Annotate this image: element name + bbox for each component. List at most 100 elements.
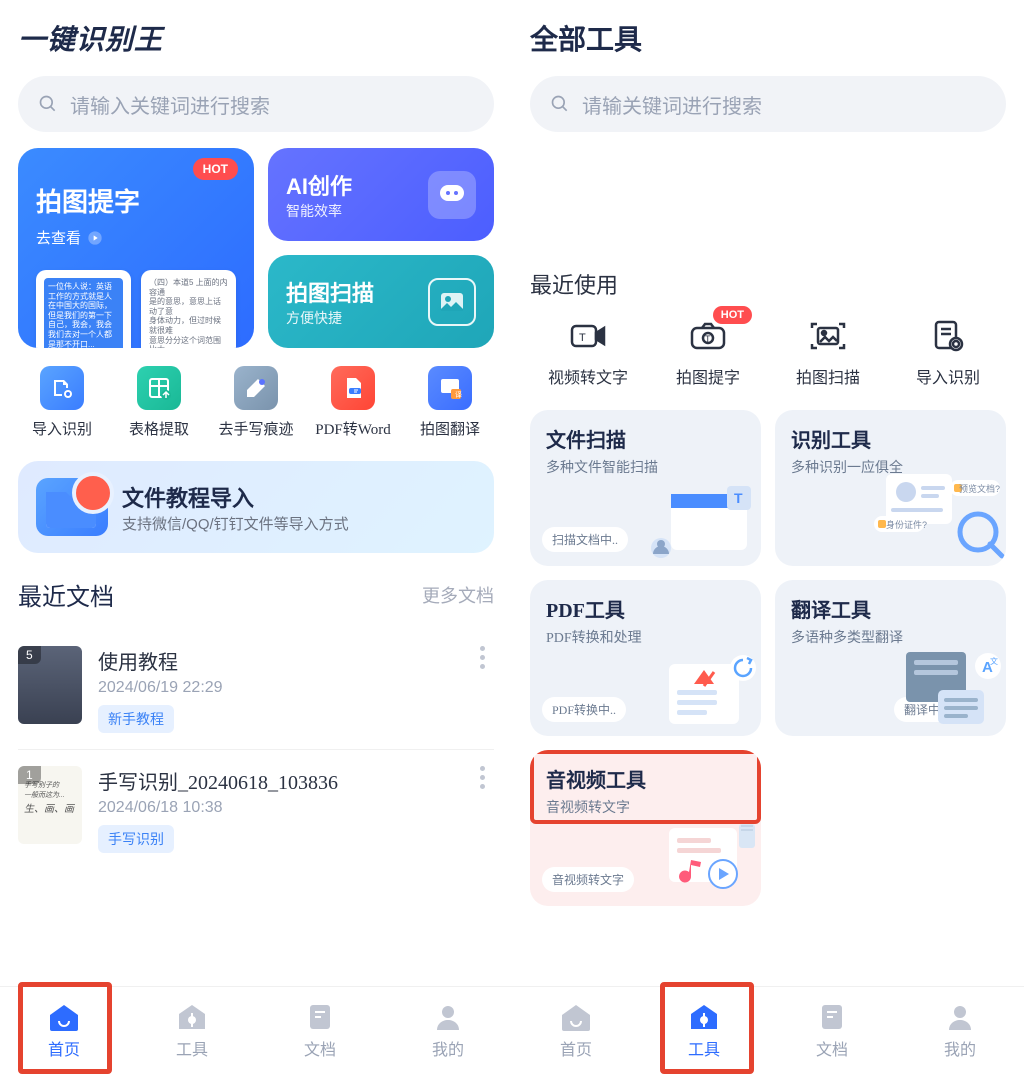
hero-ai-card[interactable]: AI创作 智能效率 [268,148,494,241]
nav-label: 工具 [176,1036,208,1060]
cat-title: PDF工具 [546,594,745,623]
hero-doc-preview: 一位伟人说：英语工作的方式就是人在中国大的国际，但是我们的第一下自己，我会，我会… [36,270,236,348]
hero-scan-title: 拍图扫描 [286,276,374,308]
recent-import-ocr[interactable]: 导入识别 [898,318,998,388]
hot-badge: HOT [193,158,238,180]
nav-docs[interactable]: 文档 [280,1002,360,1060]
recent-label: 拍图扫描 [796,364,860,388]
audio-deco [641,816,761,906]
cat-audio-video-tools[interactable]: 音视频工具 音视频转文字 音视频转文字 [530,750,761,906]
screen-home: 一键识别王 请输入关键词进行搜索 HOT 拍图提字 去查看 一位伟人说：英语工作… [0,0,512,1074]
banner-title: 文件教程导入 [122,481,349,513]
cat-title: 文件扫描 [546,424,745,453]
doc-thumbnail: 5 [18,646,82,724]
doc-item[interactable]: 5 使用教程 2024/06/19 22:29 新手教程 [18,630,494,750]
recent-label: 视频转文字 [548,364,628,388]
cat-subtitle: 音视频转文字 [546,797,745,817]
highlight-box-home [18,982,112,1074]
hero-row: HOT 拍图提字 去查看 一位伟人说：英语工作的方式就是人在中国大的国际，但是我… [18,148,494,348]
tools-icon [175,1002,209,1032]
tool-import-ocr[interactable]: 导入识别 [22,366,102,439]
recent-label: 拍图提字 [676,364,740,388]
nav-profile[interactable]: 我的 [408,1002,488,1060]
translate-icon: 译 [428,366,472,410]
cat-title: 翻译工具 [791,594,990,623]
tool-photo-translate[interactable]: 译 拍图翻译 [410,366,490,439]
tool-pdf-to-word[interactable]: PDF转Word [313,366,393,439]
import-tutorial-banner[interactable]: 文 文件教程导入 支持微信/QQ/钉钉文件等导入方式 [18,461,494,553]
more-docs-link[interactable]: 更多文档 [422,582,494,608]
tool-remove-handwriting[interactable]: 去手写痕迹 [216,366,296,439]
nav-tools[interactable]: 工具 [152,1002,232,1060]
tool-categories: 文件扫描 多种文件智能扫描 扫描文档中.. T 识别工具 多种识别一应俱全 预览… [530,410,1006,906]
nav-label: 首页 [560,1036,592,1060]
app-title: 一键识别王 [18,18,494,58]
thumb-count: 5 [18,646,41,664]
docs-icon [303,1002,337,1032]
search-icon [38,94,58,114]
translate-deco: A文 [866,646,1006,736]
svg-text:T: T [579,332,586,344]
tool-table-extract[interactable]: 表格提取 [119,366,199,439]
recent-docs-list: 5 使用教程 2024/06/19 22:29 新手教程 1 手写别子的一般而这… [18,630,494,869]
tool-label: 拍图翻译 [420,418,480,439]
hero-main-cta: 去查看 [36,227,236,248]
tool-label: 表格提取 [129,418,189,439]
search-bar[interactable]: 请输入关键词进行搜索 [18,76,494,132]
recent-photo-scan[interactable]: 拍图扫描 [778,318,878,388]
svg-text:文: 文 [990,656,998,666]
screen-title: 全部工具 [530,18,1006,58]
play-icon [87,230,103,246]
hero-ocr-card[interactable]: HOT 拍图提字 去查看 一位伟人说：英语工作的方式就是人在中国大的国际，但是我… [18,148,254,348]
recent-video-to-text[interactable]: T 视频转文字 [538,318,638,388]
svg-text:译: 译 [455,391,462,399]
cat-subtitle: PDF转换和处理 [546,627,745,647]
hero-scan-card[interactable]: 拍图扫描 方便快捷 [268,255,494,348]
cat-pill: 音视频转文字 [542,867,634,892]
cat-title: 识别工具 [791,424,990,453]
table-icon [137,366,181,410]
nav-profile[interactable]: 我的 [920,1002,1000,1060]
recent-docs-title: 最近文档 [18,577,114,612]
folder-import-icon: 文 [36,478,108,536]
pdf-icon [331,366,375,410]
tool-label: 导入识别 [32,418,92,439]
recent-photo-ocr[interactable]: HOT T 拍图提字 [658,318,758,388]
bottom-nav: 首页 工具 文档 我的 [0,986,512,1074]
nav-label: 文档 [304,1036,336,1060]
cat-ocr-tools[interactable]: 识别工具 多种识别一应俱全 预览文档? 身份证件? [775,410,1006,566]
import-doc-icon [928,318,968,354]
hot-badge: HOT [713,306,752,324]
profile-icon [943,1002,977,1032]
recent-docs-header: 最近文档 更多文档 [18,577,494,612]
search-bar[interactable]: 请输关键词进行搜索 [530,76,1006,132]
nav-home[interactable]: 首页 [536,1002,616,1060]
cat-file-scan[interactable]: 文件扫描 多种文件智能扫描 扫描文档中.. T [530,410,761,566]
deco-label: 身份证件? [886,518,927,531]
pdf-deco [641,646,761,736]
doc-item[interactable]: 1 手写别子的一般而这为...生、画、画 手写识别_20240618_10383… [18,750,494,869]
cat-translate-tools[interactable]: 翻译工具 多语种多类型翻译 翻译中.. A文 [775,580,1006,736]
doc-more-button[interactable] [470,646,494,669]
nav-label: 我的 [944,1036,976,1060]
ocr-deco: 预览文档? 身份证件? [836,466,1006,566]
tool-label: 去手写痕迹 [218,418,293,439]
cat-subtitle: 多种文件智能扫描 [546,457,745,477]
cat-pill: PDF转换中.. [542,697,626,722]
doc-date: 2024/06/19 22:29 [98,679,454,697]
cat-pill: 扫描文档中.. [542,527,628,552]
scan-image-icon [808,318,848,354]
recent-use-title: 最近使用 [530,268,1006,300]
home-icon [559,1002,593,1032]
cat-pdf-tools[interactable]: PDF工具 PDF转换和处理 PDF转换中.. [530,580,761,736]
cat-title: 音视频工具 [546,764,745,793]
hero-scan-subtitle: 方便快捷 [286,308,374,328]
doc-tag: 手写识别 [98,825,174,853]
scan-frame-icon [428,278,476,326]
search-placeholder: 请输关键词进行搜索 [582,90,762,119]
video-icon: T [568,318,608,354]
eraser-icon [234,366,278,410]
nav-docs[interactable]: 文档 [792,1002,872,1060]
chat-bubble-icon [428,171,476,219]
doc-more-button[interactable] [470,766,494,789]
